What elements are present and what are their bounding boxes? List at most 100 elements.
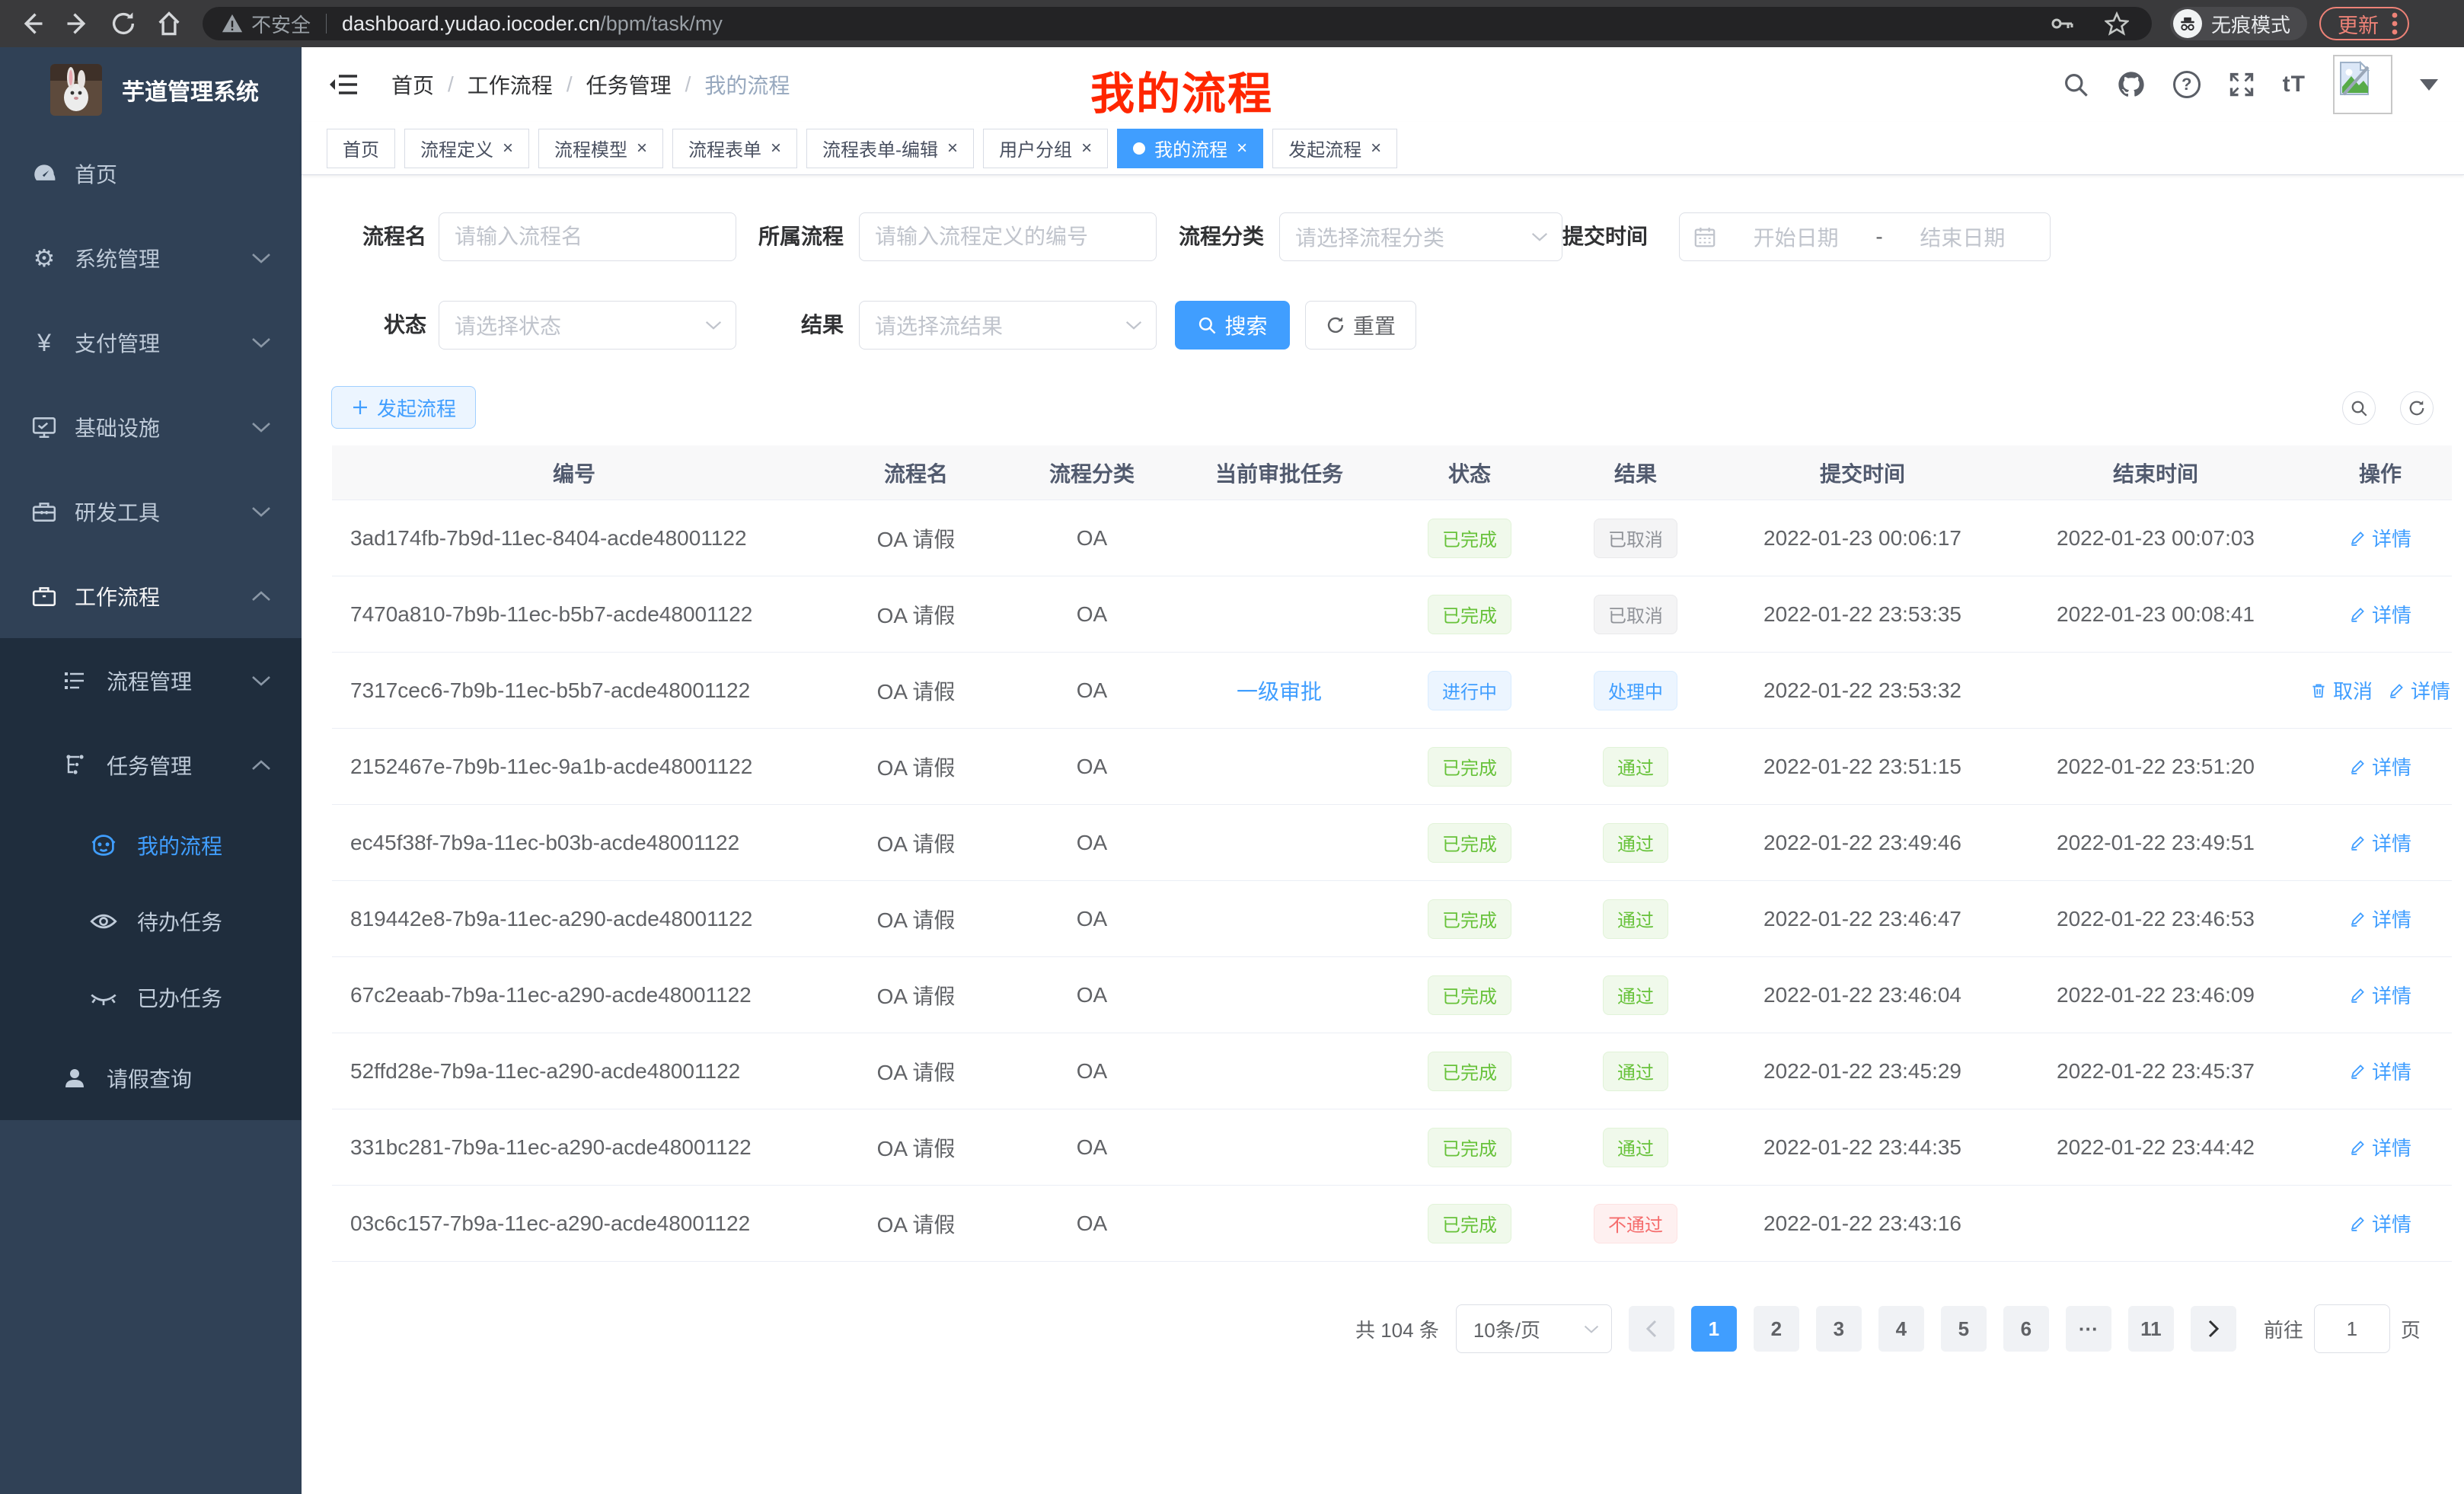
- breadcrumb-item[interactable]: 首页: [391, 69, 434, 100]
- select-placeholder: 请选择流程分类: [1295, 222, 1444, 252]
- sidebar-item-todo-tasks[interactable]: 待办任务: [0, 883, 302, 959]
- app-logo[interactable]: [50, 64, 102, 116]
- page-button[interactable]: 2: [1754, 1306, 1799, 1352]
- close-icon[interactable]: [1371, 138, 1381, 159]
- tab-start-process[interactable]: 发起流程: [1272, 129, 1397, 168]
- browser-update-button[interactable]: 更新: [2319, 7, 2409, 40]
- detail-link[interactable]: 详情: [2349, 752, 2411, 781]
- sidebar-item-task-mgmt[interactable]: 任务管理: [0, 723, 302, 807]
- browser-menu-icon[interactable]: [2391, 11, 2399, 37]
- close-icon[interactable]: [771, 138, 781, 159]
- sidebar-item-devtools[interactable]: 研发工具: [0, 469, 302, 554]
- refresh-table-button[interactable]: [2400, 391, 2434, 425]
- cancel-link[interactable]: 取消: [2310, 676, 2373, 704]
- tab-home[interactable]: 首页: [327, 129, 395, 168]
- github-icon[interactable]: [2117, 70, 2146, 99]
- sidebar-item-label: 基础设施: [0, 412, 160, 442]
- sidebar-item-system[interactable]: ⚙ 系统管理: [0, 215, 302, 300]
- detail-link[interactable]: 详情: [2349, 524, 2411, 552]
- forward-icon[interactable]: [64, 10, 91, 37]
- process-category: OA: [1016, 1211, 1168, 1236]
- page-button[interactable]: 6: [2003, 1306, 2049, 1352]
- detail-link[interactable]: 详情: [2349, 905, 2411, 933]
- page-button[interactable]: 11: [2128, 1306, 2174, 1352]
- search-icon[interactable]: [2062, 71, 2089, 98]
- sidebar-item-done-tasks[interactable]: 已办任务: [0, 959, 302, 1036]
- next-page-button[interactable]: [2191, 1306, 2236, 1352]
- page-button[interactable]: 4: [1878, 1306, 1924, 1352]
- tab-process-form-edit[interactable]: 流程表单-编辑: [806, 129, 974, 168]
- show-search-toggle-button[interactable]: [2342, 391, 2376, 425]
- page-button[interactable]: 5: [1941, 1306, 1987, 1352]
- process-name-input[interactable]: [439, 212, 736, 261]
- process-category: OA: [1016, 678, 1168, 703]
- page-button[interactable]: 3: [1816, 1306, 1862, 1352]
- reset-button[interactable]: 重置: [1305, 301, 1416, 350]
- sidebar-item-home[interactable]: 首页: [0, 131, 302, 215]
- fullscreen-icon[interactable]: [2228, 71, 2255, 98]
- close-icon[interactable]: [947, 138, 958, 159]
- address-bar[interactable]: 不安全 dashboard.yudao.iocoder.cn /bpm/task…: [203, 7, 2152, 40]
- detail-link[interactable]: 详情: [2349, 1133, 2411, 1161]
- close-icon[interactable]: [1081, 138, 1092, 159]
- submit-time-range-picker[interactable]: 开始日期 - 结束日期: [1679, 212, 2051, 261]
- tab-user-group[interactable]: 用户分组: [983, 129, 1108, 168]
- edit-icon: [2349, 758, 2366, 775]
- category-select[interactable]: 请选择流程分类: [1279, 212, 1562, 261]
- back-icon[interactable]: [18, 10, 46, 37]
- user-avatar[interactable]: [2333, 55, 2392, 114]
- close-icon[interactable]: [1237, 138, 1247, 159]
- result-select[interactable]: 请选择流结果: [859, 301, 1157, 350]
- search-button[interactable]: 搜索: [1175, 301, 1290, 350]
- sidebar-item-my-process[interactable]: 我的流程: [0, 807, 302, 883]
- column-header: 流程名: [816, 458, 1016, 488]
- reload-icon[interactable]: [110, 10, 137, 37]
- navbar-actions: [2062, 47, 2438, 122]
- detail-link[interactable]: 详情: [2388, 676, 2450, 704]
- goto-page-input[interactable]: [2314, 1304, 2390, 1353]
- detail-link[interactable]: 详情: [2349, 981, 2411, 1009]
- end-date-placeholder[interactable]: 结束日期: [1889, 222, 2036, 252]
- breadcrumb-item[interactable]: 工作流程: [468, 69, 553, 100]
- sidebar-item-leave-query[interactable]: 请假查询: [0, 1036, 302, 1120]
- tab-label: 流程表单-编辑: [822, 135, 938, 161]
- create-process-button[interactable]: 发起流程: [331, 386, 476, 429]
- tab-my-process[interactable]: 我的流程: [1117, 129, 1263, 168]
- font-size-icon[interactable]: [2283, 72, 2306, 97]
- help-icon[interactable]: [2173, 71, 2201, 98]
- column-header: 状态: [1390, 458, 1549, 488]
- detail-link[interactable]: 详情: [2349, 1057, 2411, 1085]
- chevron-down-icon[interactable]: [2420, 79, 2438, 91]
- status-select[interactable]: 请选择状态: [439, 301, 736, 350]
- sidebar-item-label: 支付管理: [0, 327, 160, 358]
- breadcrumb-item[interactable]: 任务管理: [586, 69, 672, 100]
- detail-link[interactable]: 详情: [2349, 828, 2411, 857]
- more-pages-button[interactable]: ···: [2066, 1306, 2111, 1352]
- close-icon[interactable]: [637, 138, 647, 159]
- not-secure-icon[interactable]: [221, 12, 244, 35]
- sidebar-item-workflow[interactable]: 工作流程: [0, 554, 302, 638]
- detail-link[interactable]: 详情: [2349, 600, 2411, 628]
- bookmark-star-icon[interactable]: [2105, 11, 2129, 36]
- edit-icon: [2349, 606, 2366, 623]
- status-label: 状态: [302, 301, 426, 350]
- parent-process-input[interactable]: [859, 212, 1157, 261]
- current-task-link[interactable]: 一级审批: [1168, 675, 1390, 706]
- start-date-placeholder[interactable]: 开始日期: [1722, 222, 1869, 252]
- close-icon[interactable]: [503, 138, 513, 159]
- tab-process-definition[interactable]: 流程定义: [404, 129, 529, 168]
- sidebar-item-payment[interactable]: ¥ 支付管理: [0, 300, 302, 385]
- detail-link[interactable]: 详情: [2349, 1209, 2411, 1237]
- process-id: 67c2eaab-7b9a-11ec-a290-acde48001122: [332, 983, 816, 1007]
- sidebar-item-process-mgmt[interactable]: 流程管理: [0, 638, 302, 723]
- home-icon[interactable]: [155, 10, 183, 37]
- tab-process-model[interactable]: 流程模型: [538, 129, 663, 168]
- page-size-select[interactable]: 10条/页: [1456, 1304, 1612, 1353]
- page-button[interactable]: 1: [1691, 1306, 1737, 1352]
- sidebar-fold-icon[interactable]: [329, 69, 359, 100]
- edit-icon: [2349, 530, 2366, 547]
- tab-process-form[interactable]: 流程表单: [672, 129, 797, 168]
- password-key-icon[interactable]: [2050, 11, 2074, 36]
- prev-page-button[interactable]: [1629, 1306, 1674, 1352]
- sidebar-item-infrastructure[interactable]: 基础设施: [0, 385, 302, 469]
